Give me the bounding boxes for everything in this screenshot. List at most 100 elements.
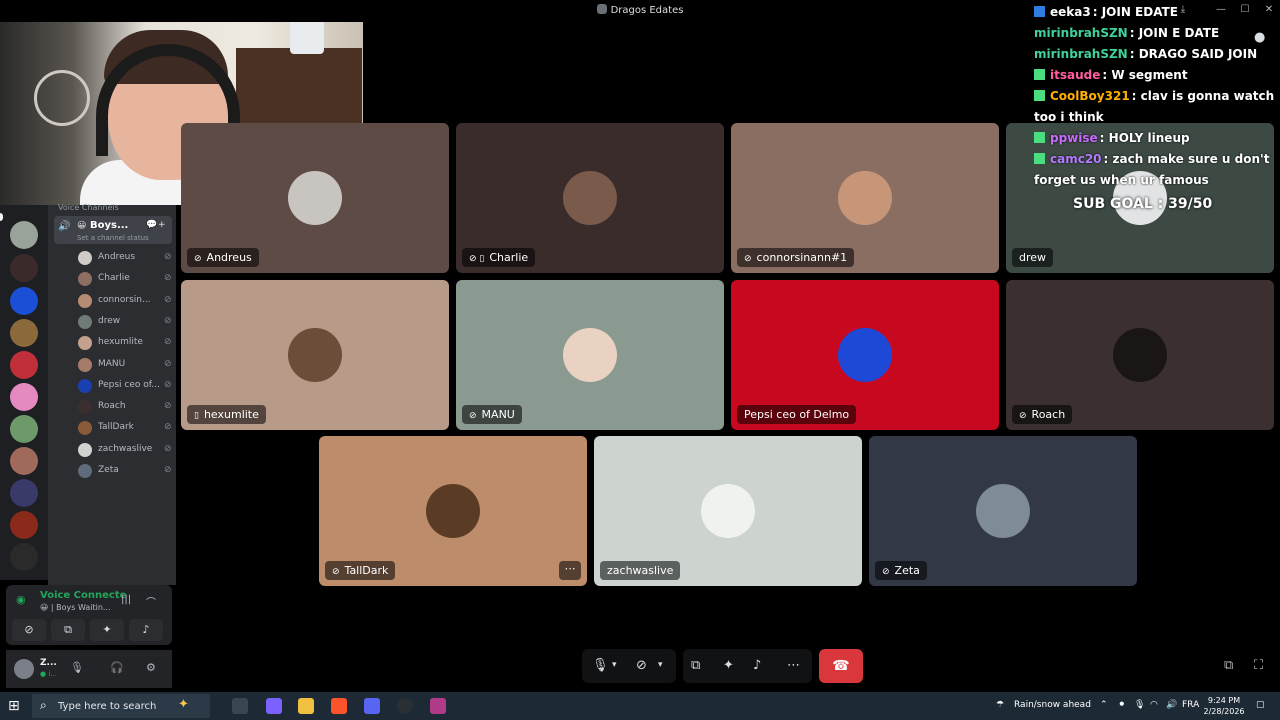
participant-tile[interactable]: ⊘ connorsinann#1	[731, 123, 999, 273]
voice-member[interactable]: connorsin... ⊘	[78, 292, 174, 310]
server-icon-6[interactable]	[10, 383, 38, 411]
chat-message: mirinbrahSZN: DRAGO SAID JOIN	[1034, 44, 1278, 65]
soundboard-button[interactable]: ♪	[129, 619, 163, 641]
noise-suppression-icon[interactable]: |||	[121, 594, 131, 605]
participant-nametag: drew	[1012, 248, 1054, 267]
participant-name: Andreus	[206, 251, 252, 264]
microphone-button[interactable]: 🎙	[592, 658, 609, 673]
server-icon-2[interactable]	[10, 254, 38, 282]
windows-start-icon[interactable]: ⊞	[8, 698, 20, 714]
voice-member[interactable]: Andreus ⊘	[78, 249, 174, 267]
participant-tile[interactable]: ⊘ Roach	[1006, 280, 1274, 430]
weather-icon[interactable]: ☂	[996, 700, 1004, 710]
weather-text[interactable]: Rain/snow ahead	[1014, 700, 1091, 710]
chat-message: itsaude: W segment	[1034, 65, 1278, 86]
task-view-icon[interactable]	[232, 698, 248, 714]
more-options-icon[interactable]: ⋯	[787, 658, 800, 673]
disconnect-icon[interactable]: ⌒	[146, 594, 156, 609]
participant-avatar	[288, 328, 342, 382]
voice-member[interactable]: Roach ⊘	[78, 398, 174, 416]
screen-share-button[interactable]: ⧉	[51, 619, 85, 641]
network-icon[interactable]: ⚫	[1118, 700, 1126, 710]
user-name[interactable]: Z...	[40, 658, 57, 668]
clock-date: 2/28/2026	[1203, 707, 1245, 716]
soundboard-icon[interactable]: ♪	[753, 658, 761, 673]
obs-icon[interactable]	[397, 698, 413, 714]
camera-off-button[interactable]: ⊘	[636, 658, 647, 673]
tile-more-options-button[interactable]: ⋯	[559, 561, 581, 580]
server-icon-10[interactable]	[10, 511, 38, 539]
server-icon-4[interactable]	[10, 319, 38, 347]
server-icon-9[interactable]	[10, 479, 38, 507]
activities-icon[interactable]: ✦	[723, 658, 734, 673]
participant-tile[interactable]: Pepsi ceo of Delmo	[731, 280, 999, 430]
channel-status[interactable]: Set a channel status	[77, 234, 149, 242]
disconnect-button[interactable]: ☎	[819, 649, 863, 683]
camera-off-icon: ⊘	[164, 422, 172, 433]
voice-channel-boys[interactable]: 🔊 😀 Boys... Set a channel status 💬 +	[54, 216, 172, 244]
server-icon-3[interactable]	[10, 287, 38, 315]
signal-icon[interactable]: ◉	[16, 593, 26, 606]
member-avatar	[78, 378, 92, 393]
camera-off-icon: ⊘	[332, 567, 340, 577]
wifi-icon[interactable]: ◠	[1150, 700, 1158, 710]
voice-member[interactable]: TallDark ⊘	[78, 419, 174, 437]
participant-tile[interactable]: ⊘ MANU	[456, 280, 724, 430]
voice-member[interactable]: Zeta ⊘	[78, 462, 174, 480]
participant-avatar	[976, 484, 1030, 538]
voice-member[interactable]: drew ⊘	[78, 313, 174, 331]
participant-nametag: ▯ hexumlite	[187, 405, 266, 424]
discord-icon[interactable]	[364, 698, 380, 714]
volume-icon[interactable]: 🔊	[1166, 700, 1177, 710]
add-user-icon[interactable]: +	[158, 220, 166, 230]
screen-share-icon[interactable]: ⧉	[691, 658, 700, 673]
member-avatar	[78, 293, 92, 308]
app-icon[interactable]	[430, 698, 446, 714]
fullscreen-icon[interactable]: ⛶	[1254, 658, 1263, 673]
chat-badge-icon	[1034, 153, 1045, 164]
server-icon-7[interactable]	[10, 415, 38, 443]
category-label: Voice Channels	[58, 203, 119, 212]
chevron-down-icon[interactable]: ▾	[658, 660, 663, 670]
notifications-icon[interactable]: ▢	[1256, 700, 1265, 710]
settings-gear-icon[interactable]: ⚙	[146, 661, 156, 674]
headphones-icon[interactable]: 🎧	[110, 661, 124, 674]
activities-button[interactable]: ✦	[90, 619, 124, 641]
server-icon-8[interactable]	[10, 447, 38, 475]
participant-tile[interactable]: ⊘ TallDark ⋯	[319, 436, 587, 586]
voice-channel-subtitle[interactable]: 😀 | Boys Waitin...	[40, 603, 111, 612]
voice-member[interactable]: zachwaslive ⊘	[78, 441, 174, 459]
search-placeholder: Type here to search	[58, 701, 157, 712]
member-name: connorsin...	[98, 294, 151, 305]
participant-tile[interactable]: ⊘ Zeta	[869, 436, 1137, 586]
participant-tile[interactable]: ⊘ ▯ Charlie	[456, 123, 724, 273]
clock[interactable]: 9:24 PM 2/28/2026	[1200, 695, 1248, 717]
server-icon-1[interactable]	[10, 221, 38, 249]
tray-chevron-up-icon[interactable]: ⌃	[1100, 700, 1108, 710]
brave-browser-icon[interactable]	[331, 698, 347, 714]
microphone-icon[interactable]: 🎙	[70, 661, 84, 674]
microphone-tray-icon[interactable]: 🎙	[1134, 700, 1145, 710]
chat-bubble-icon[interactable]: 💬	[146, 220, 157, 230]
voice-member[interactable]: Pepsi ceo of... ⊘	[78, 377, 174, 395]
voice-member[interactable]: hexumlite ⊘	[78, 334, 174, 352]
participant-name: Pepsi ceo of Delmo	[744, 408, 850, 421]
popout-icon[interactable]: ⧉	[1224, 658, 1233, 673]
language-indicator[interactable]: FRA	[1182, 700, 1199, 710]
participant-tile[interactable]: zachwaslive	[594, 436, 862, 586]
camera-off-button[interactable]: ⊘	[12, 619, 46, 641]
server-icon-11[interactable]	[10, 543, 38, 571]
chevron-down-icon[interactable]: ▾	[612, 660, 617, 670]
member-avatar	[78, 400, 92, 415]
user-avatar[interactable]	[14, 659, 34, 679]
voice-member[interactable]: Charlie ⊘	[78, 270, 174, 288]
file-explorer-icon[interactable]	[298, 698, 314, 714]
chat-bubble-icon[interactable]: ●	[1254, 30, 1265, 45]
speaker-icon: 🔊	[58, 221, 71, 232]
participant-tile[interactable]: ▯ hexumlite	[181, 280, 449, 430]
copilot-icon[interactable]	[266, 698, 282, 714]
taskbar-search[interactable]: ⌕ Type here to search ✦	[32, 694, 210, 718]
voice-member[interactable]: MANU ⊘	[78, 356, 174, 374]
participant-tile[interactable]: ⊘ Andreus	[181, 123, 449, 273]
server-icon-5[interactable]	[10, 351, 38, 379]
